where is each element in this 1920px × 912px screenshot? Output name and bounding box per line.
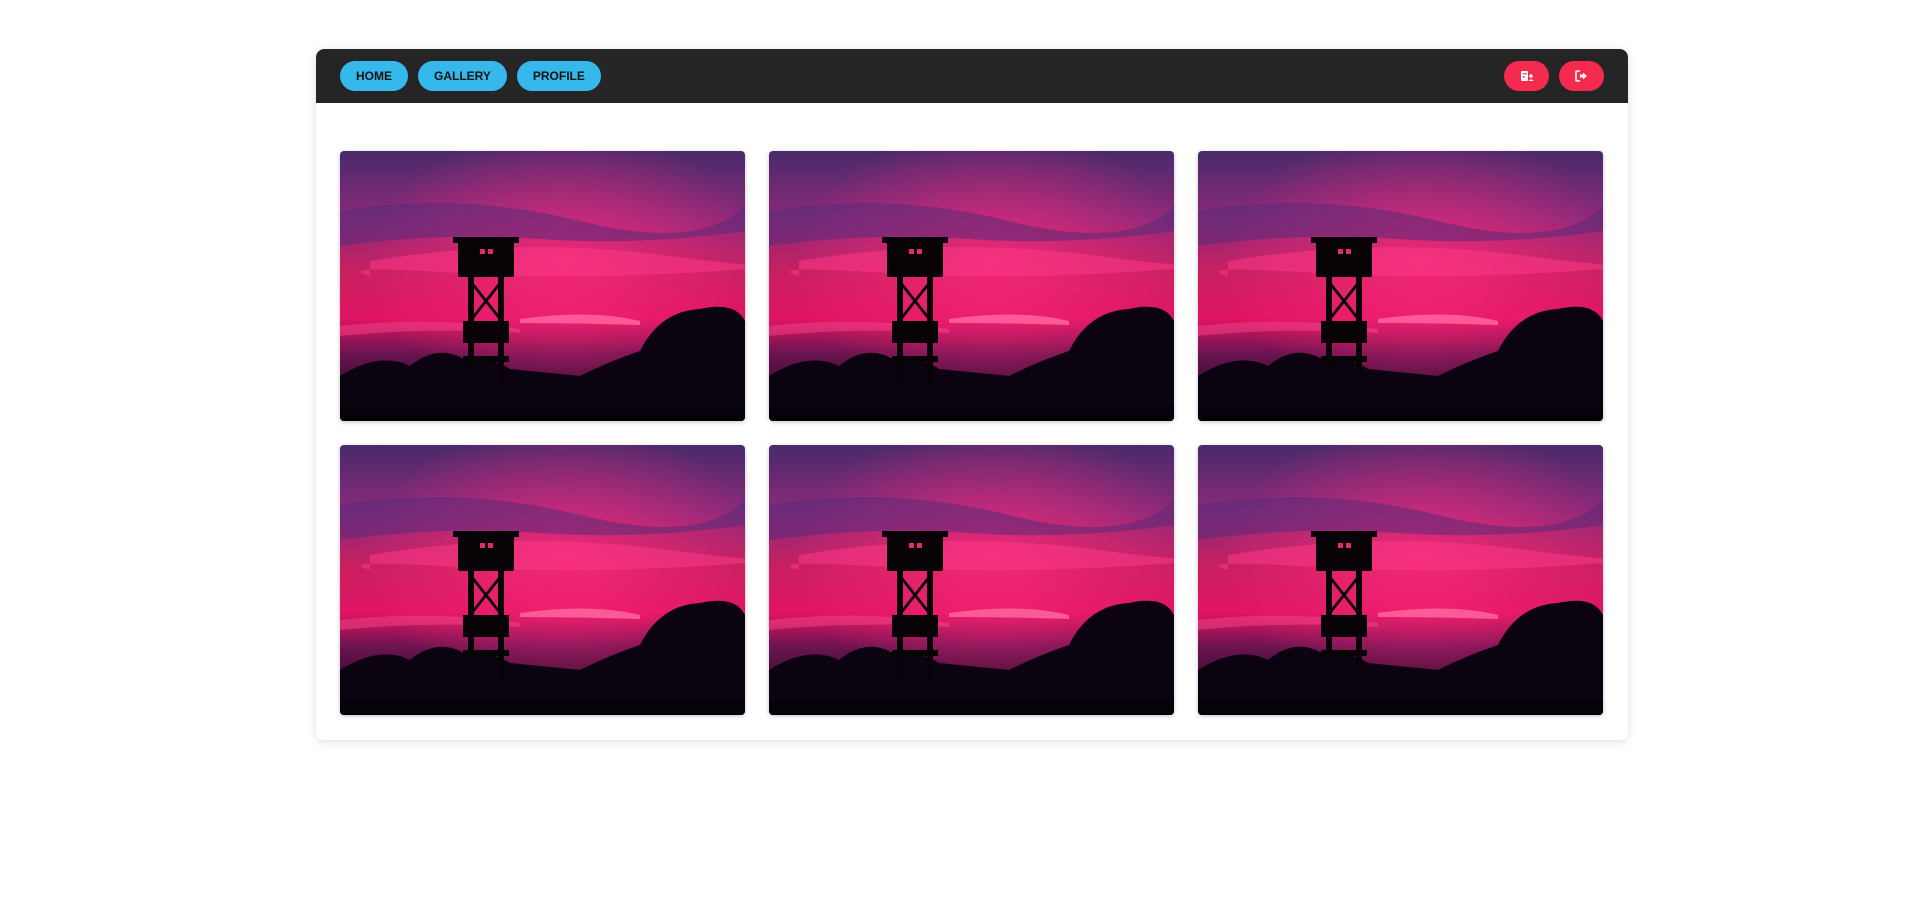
photo-gallery-grid xyxy=(340,151,1604,715)
watchtower-sunset-photo xyxy=(1198,151,1603,421)
nav-actions xyxy=(1504,61,1604,91)
hospital-user-icon xyxy=(1520,70,1534,82)
nav-profile-button[interactable]: PROFILE xyxy=(516,61,601,91)
gallery-image[interactable] xyxy=(340,445,745,715)
nav-links: HOME GALLERY PROFILE xyxy=(340,61,601,91)
watchtower-sunset-photo xyxy=(769,151,1174,421)
gallery-image[interactable] xyxy=(769,151,1174,421)
top-navbar: HOME GALLERY PROFILE xyxy=(316,49,1628,103)
logout-icon xyxy=(1575,70,1588,82)
hospital-user-button[interactable] xyxy=(1504,61,1549,91)
gallery-image[interactable] xyxy=(769,445,1174,715)
nav-home-button[interactable]: HOME xyxy=(340,61,408,91)
gallery-image[interactable] xyxy=(340,151,745,421)
watchtower-sunset-photo xyxy=(1198,445,1603,715)
logout-button[interactable] xyxy=(1559,61,1604,91)
watchtower-sunset-photo xyxy=(340,151,745,421)
app-card: HOME GALLERY PROFILE xyxy=(316,49,1628,740)
gallery-image[interactable] xyxy=(1198,445,1603,715)
watchtower-sunset-photo xyxy=(340,445,745,715)
watchtower-sunset-photo xyxy=(769,445,1174,715)
gallery-image[interactable] xyxy=(1198,151,1603,421)
nav-gallery-button[interactable]: GALLERY xyxy=(418,61,507,91)
